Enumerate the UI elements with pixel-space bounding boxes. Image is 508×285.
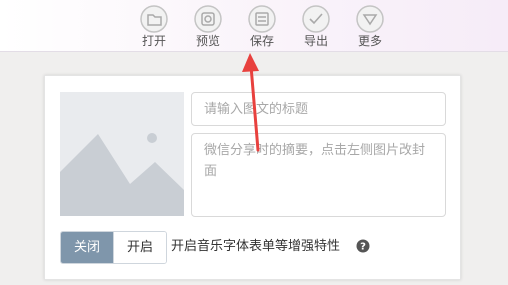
toolbar-open-label: 打开 [141,34,166,48]
arrow-head [242,53,259,72]
help-icon[interactable]: ? [356,239,370,253]
toolbar-preview-label: 预览 [195,34,220,48]
toggle-off-button[interactable]: 关闭 [61,232,113,263]
toolbar-more-button[interactable]: 更多 [350,2,390,50]
toolbar-more-label: 更多 [357,34,382,48]
enhance-toggle: 关闭 开启 [60,231,167,264]
summary-input[interactable] [191,133,446,217]
toggle-on-button[interactable]: 开启 [113,232,166,263]
enhance-feature-label: 开启音乐字体表单等增强特性 [171,239,341,254]
toolbar-open-button[interactable]: 打开 [134,2,174,50]
export-icon [302,5,330,33]
title-input[interactable] [191,92,446,126]
article-card: 关闭 开启 开启音乐字体表单等增强特性 ? [44,75,461,280]
folder-icon [140,5,168,33]
preview-icon [194,5,222,33]
toolbar: 打开 预览 保存 导出 更多 [0,0,508,52]
toolbar-preview-button[interactable]: 预览 [188,2,228,50]
image-placeholder-icon [60,92,184,216]
more-icon [356,5,384,33]
toolbar-save-label: 保存 [249,34,274,48]
toolbar-export-label: 导出 [303,34,328,48]
save-icon [248,5,276,33]
toolbar-export-button[interactable]: 导出 [296,2,336,50]
svg-text:?: ? [360,242,366,253]
cover-image[interactable] [60,92,184,216]
toolbar-save-button[interactable]: 保存 [242,2,282,50]
